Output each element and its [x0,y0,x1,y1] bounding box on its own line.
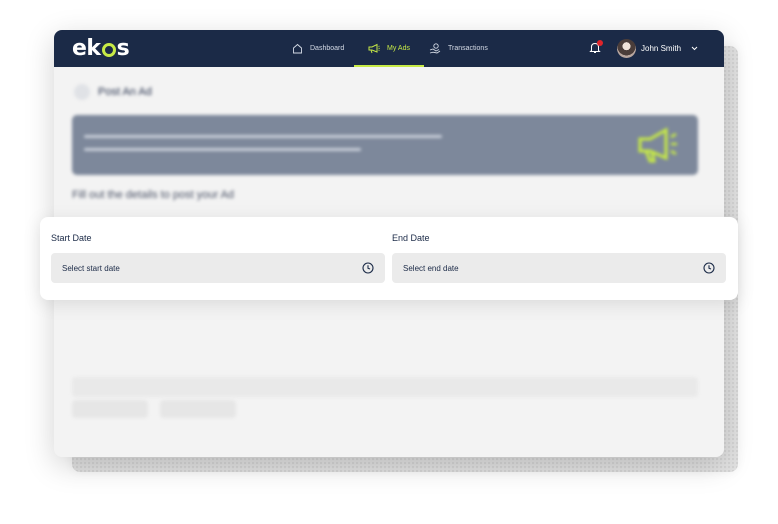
blurred-toggle [160,400,236,418]
info-banner [72,115,698,175]
back-arrow-icon [74,84,90,100]
page-title: Post An Ad [98,86,152,98]
start-date-placeholder: Select start date [62,264,120,273]
start-date-input[interactable]: Select start date [51,253,385,283]
nav-item-my-ads[interactable]: My Ads [354,30,424,67]
clock-icon[interactable] [703,262,715,274]
notifications-button[interactable] [589,40,603,55]
nav-label-transactions: Transactions [448,45,488,52]
chevron-down-icon [691,46,698,51]
nav-label-my-ads: My Ads [387,45,410,52]
ekos-logo[interactable]: ek s [72,35,130,61]
banner-text-line [84,148,361,151]
blurred-field [72,377,698,397]
banner-text-line [84,135,442,138]
megaphone-icon [638,127,677,163]
date-range-card: Start Date Select start date End Date Se… [40,217,738,300]
notification-badge [597,40,603,46]
start-date-label: Start Date [51,233,92,243]
logo-o-mark [101,42,116,57]
back-nav[interactable]: Post An Ad [74,84,152,100]
blurred-toggle [72,400,148,418]
logo-text-left: ek [72,35,101,61]
hand-coin-icon [429,43,441,54]
user-name: John Smith [641,44,682,53]
logo-text-right: s [116,35,130,61]
megaphone-icon [368,43,380,54]
nav-item-dashboard[interactable]: Dashboard [292,30,344,67]
end-date-placeholder: Select end date [403,264,459,273]
user-menu[interactable]: John Smith [617,38,698,59]
clock-icon[interactable] [362,262,374,274]
end-date-input[interactable]: Select end date [392,253,726,283]
top-navbar: ek s Dashboard My Ads Transactions John S… [54,30,724,67]
section-title: Fill out the details to post your Ad [72,189,235,201]
home-icon [293,43,302,54]
nav-item-transactions[interactable]: Transactions [429,30,488,67]
avatar [617,39,636,58]
nav-label-dashboard: Dashboard [310,45,345,52]
end-date-label: End Date [392,233,430,243]
